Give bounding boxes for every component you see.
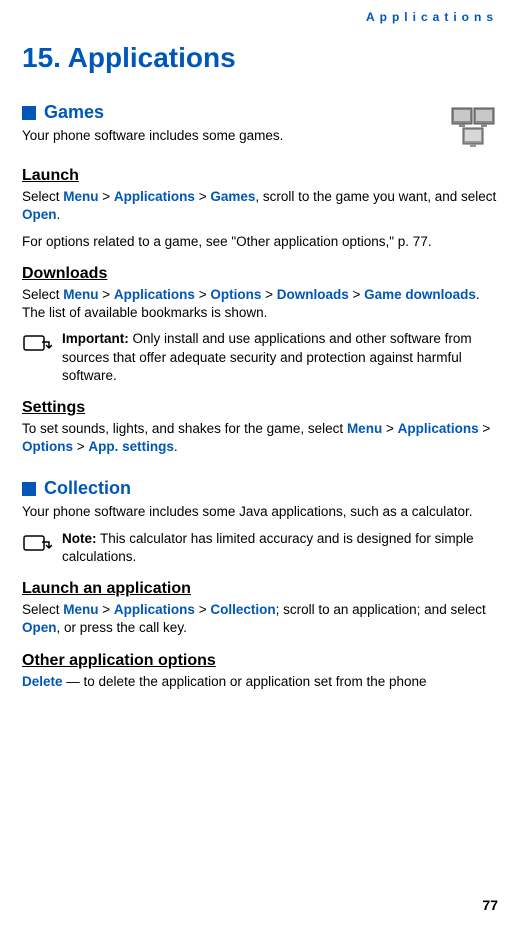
path-segment: Options <box>22 439 73 454</box>
launch-options-ref: For options related to a game, see "Othe… <box>22 233 498 251</box>
path-segment: Options <box>210 287 261 302</box>
path-segment: Menu <box>63 287 98 302</box>
games-monitors-icon <box>438 102 498 152</box>
text-fragment: . <box>57 207 61 222</box>
text-fragment: Select <box>22 287 63 302</box>
note-label: Note: <box>62 531 97 546</box>
action-open: Open <box>22 620 57 635</box>
path-segment: Menu <box>63 602 98 617</box>
important-note-text: Important: Only install and use applicat… <box>62 330 498 385</box>
path-segment: Applications <box>398 421 479 436</box>
games-intro-text: Your phone software includes some games. <box>22 127 438 145</box>
bullet-square-icon <box>22 106 36 120</box>
delete-label: Delete <box>22 674 63 689</box>
text-fragment: Select <box>22 189 63 204</box>
menu-path: Menu > Applications > Collection <box>63 602 275 617</box>
delete-option-text: Delete — to delete the application or ap… <box>22 673 498 691</box>
path-segment: Downloads <box>277 287 349 302</box>
launch-instruction: Select Menu > Applications > Games, scro… <box>22 188 498 224</box>
bullet-square-icon <box>22 482 36 496</box>
page-number: 77 <box>482 897 498 913</box>
downloads-instruction: Select Menu > Applications > Options > D… <box>22 286 498 322</box>
menu-path: Menu > Applications > Options > Download… <box>63 287 476 302</box>
path-segment: Applications <box>114 189 195 204</box>
subsection-launch-app: Launch an application <box>22 580 498 598</box>
text-fragment: ; scroll to an application; and select <box>276 602 486 617</box>
section-title-games: Games <box>44 102 104 123</box>
running-header: Applications <box>22 10 498 24</box>
important-label: Important: <box>62 331 129 346</box>
launch-app-instruction: Select Menu > Applications > Collection;… <box>22 601 498 637</box>
menu-path: Menu > Applications > Games <box>63 189 255 204</box>
action-open: Open <box>22 207 57 222</box>
path-segment: Collection <box>210 602 275 617</box>
path-segment: App. settings <box>88 439 174 454</box>
section-title-collection: Collection <box>44 478 131 499</box>
text-fragment: To set sounds, lights, and shakes for th… <box>22 421 347 436</box>
settings-instruction: To set sounds, lights, and shakes for th… <box>22 420 498 456</box>
text-fragment: , scroll to the game you want, and selec… <box>255 189 496 204</box>
chapter-title: 15. Applications <box>22 42 498 74</box>
note-block: Note: This calculator has limited accura… <box>22 530 498 566</box>
section-header-games: Games <box>22 102 438 123</box>
subsection-other-options: Other application options <box>22 652 498 670</box>
path-segment: Games <box>210 189 255 204</box>
text-fragment: , or press the call key. <box>57 620 187 635</box>
section-header-collection: Collection <box>22 478 498 499</box>
subsection-launch: Launch <box>22 167 498 185</box>
path-segment: Menu <box>347 421 382 436</box>
path-segment: Applications <box>114 602 195 617</box>
note-text: Note: This calculator has limited accura… <box>62 530 498 566</box>
path-segment: Menu <box>63 189 98 204</box>
subsection-downloads: Downloads <box>22 265 498 283</box>
delete-description: — to delete the application or applicati… <box>63 674 427 689</box>
note-body: This calculator has limited accuracy and… <box>62 531 474 564</box>
collection-intro-text: Your phone software includes some Java a… <box>22 503 498 521</box>
note-icon <box>22 532 52 554</box>
important-icon <box>22 332 52 354</box>
path-segment: Applications <box>114 287 195 302</box>
path-segment: Game downloads <box>364 287 476 302</box>
text-fragment: Select <box>22 602 63 617</box>
text-fragment: . <box>174 439 178 454</box>
important-note-block: Important: Only install and use applicat… <box>22 330 498 385</box>
subsection-settings: Settings <box>22 399 498 417</box>
